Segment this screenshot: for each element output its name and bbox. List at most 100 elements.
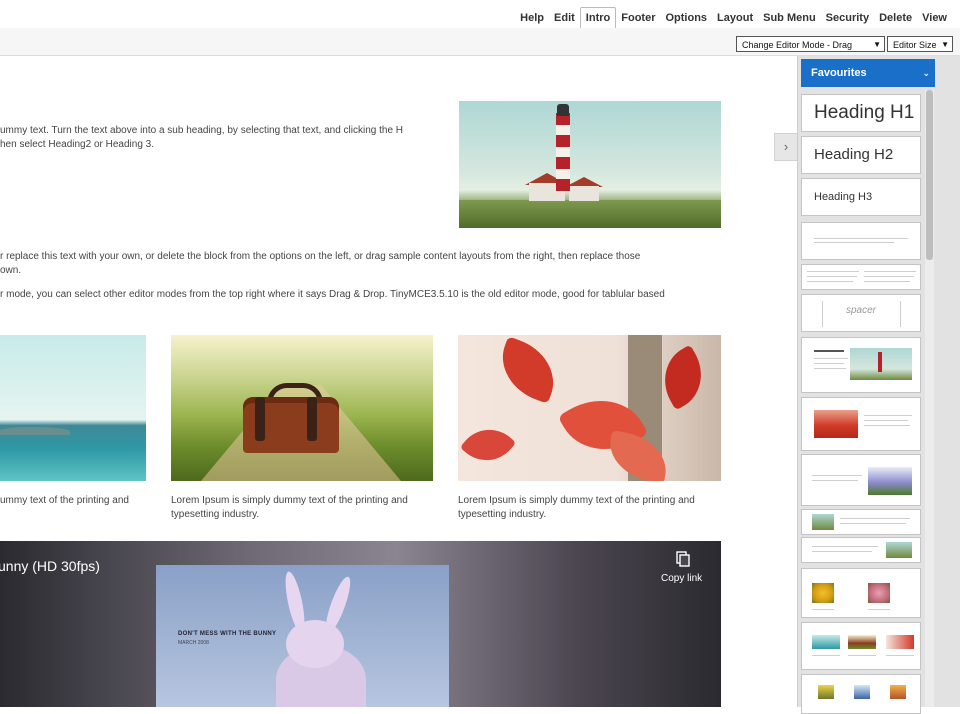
chevron-down-icon: ▼ — [941, 40, 949, 49]
intro-paragraph-1[interactable]: ummy text. Turn the text above into a su… — [0, 124, 403, 152]
menu-help[interactable]: Help — [515, 9, 549, 28]
template-image-row-right[interactable] — [801, 537, 921, 563]
text-line: typesetting industry. — [458, 509, 547, 520]
template-image-row[interactable] — [801, 509, 921, 535]
chevron-down-icon: ⌄ — [922, 68, 930, 78]
text-placeholder — [814, 368, 846, 369]
template-image-text[interactable] — [801, 397, 921, 451]
text-placeholder — [807, 271, 859, 272]
text-placeholder — [814, 363, 844, 364]
text-placeholder — [814, 238, 908, 239]
thumbnail-image — [812, 635, 840, 649]
menu-items: Help Edit Intro Footer Options Layout Su… — [515, 7, 952, 29]
text-placeholder — [864, 271, 916, 272]
video-frame-title: DON'T MESS WITH THE BUNNY — [178, 631, 277, 637]
text-placeholder — [868, 609, 890, 610]
text-placeholder — [812, 655, 840, 656]
caption-2[interactable]: Lorem Ipsum is simply dummy text of the … — [171, 494, 436, 522]
menu-options[interactable]: Options — [660, 9, 712, 28]
collapse-panel-button[interactable]: › — [774, 133, 797, 161]
text-line: r replace this text with your own, or de… — [0, 251, 641, 262]
menu-delete[interactable]: Delete — [874, 9, 917, 28]
menu-view[interactable]: View — [917, 9, 952, 28]
copy-icon[interactable] — [676, 551, 690, 567]
leaf-shape — [459, 416, 517, 474]
text-placeholder — [812, 546, 878, 547]
menu-edit[interactable]: Edit — [549, 9, 580, 28]
video-frame-subtitle: MARCH 2008 — [178, 640, 209, 646]
lighthouse-lamp — [557, 104, 569, 116]
sea-image[interactable] — [0, 335, 146, 481]
video-title[interactable]: unny (HD 30fps) — [0, 558, 100, 574]
template-spacer[interactable]: spacer — [801, 294, 921, 332]
text-line: hen select Heading2 or Heading 3. — [0, 139, 154, 150]
template-paragraph[interactable] — [801, 222, 921, 260]
editor-size-select[interactable]: Editor Size ▼ — [887, 36, 953, 52]
intro-paragraph-2[interactable]: r replace this text with your own, or de… — [0, 250, 640, 278]
text-placeholder — [840, 523, 906, 524]
thumbnail-image — [868, 583, 890, 603]
text-placeholder — [864, 420, 908, 421]
thumbnail-image — [886, 542, 912, 558]
video-embed[interactable]: DON'T MESS WITH THE BUNNY MARCH 2008 unn… — [0, 541, 721, 707]
template-panel: Favourites ⌄ Heading H1 Heading H2 Headi… — [797, 56, 960, 714]
heading-h1-label: Heading H1 — [814, 102, 915, 123]
text-placeholder — [812, 475, 862, 476]
image-house — [569, 186, 599, 201]
image-hill — [0, 427, 70, 435]
text-placeholder — [812, 609, 834, 610]
template-two-columns[interactable] — [801, 264, 921, 290]
caption-3[interactable]: Lorem Ipsum is simply dummy text of the … — [458, 494, 723, 522]
editor-toolbar: Change Editor Mode - Drag Drop ▼ Editor … — [0, 28, 960, 66]
lighthouse-image[interactable] — [459, 101, 721, 228]
template-text-image-right[interactable] — [801, 454, 921, 506]
thumbnail-image — [814, 410, 858, 438]
text-placeholder — [864, 276, 914, 277]
text-placeholder — [814, 358, 848, 359]
image-ground — [459, 200, 721, 228]
text-placeholder — [886, 655, 914, 656]
template-text-image[interactable] — [801, 337, 921, 393]
text-placeholder — [807, 281, 853, 282]
text-placeholder — [814, 242, 894, 243]
favourites-label: Favourites — [811, 67, 867, 79]
template-two-images[interactable] — [801, 568, 921, 618]
text-placeholder — [807, 276, 857, 277]
menu-intro[interactable]: Intro — [579, 7, 617, 29]
chevron-down-icon: ▼ — [873, 40, 881, 49]
text-line: Lorem Ipsum is simply dummy text of the … — [171, 495, 408, 506]
menu-footer[interactable]: Footer — [616, 9, 660, 28]
thumbnail-image — [890, 685, 906, 699]
intro-paragraph-3[interactable]: r mode, you can select other editor mode… — [0, 288, 665, 302]
panel-scrollbar-thumb[interactable] — [926, 90, 933, 260]
template-three-images[interactable] — [801, 622, 921, 670]
thumbnail-image — [868, 467, 912, 495]
thumbnail-image — [818, 685, 834, 699]
menu-security[interactable]: Security — [821, 9, 874, 28]
thumbnail-image — [812, 583, 834, 603]
bag-image[interactable] — [171, 335, 433, 481]
thumbnail-image — [854, 685, 870, 699]
favourites-dropdown[interactable]: Favourites ⌄ — [801, 59, 935, 87]
editor-mode-select[interactable]: Change Editor Mode - Drag Drop ▼ — [736, 36, 885, 66]
thumbnail-lighthouse — [878, 352, 882, 372]
template-heading-h1[interactable]: Heading H1 — [801, 94, 921, 132]
leaves-image[interactable] — [458, 335, 721, 481]
template-heading-h3[interactable]: Heading H3 — [801, 178, 921, 216]
text-placeholder — [864, 281, 910, 282]
editor-canvas[interactable]: ummy text. Turn the text above into a su… — [0, 56, 795, 707]
text-placeholder — [840, 518, 910, 519]
thumbnail-image — [848, 635, 876, 649]
text-line: Lorem Ipsum is simply dummy text of the … — [458, 495, 695, 506]
text-placeholder — [812, 480, 858, 481]
text-line: r mode, you can select other editor mode… — [0, 289, 665, 300]
thumbnail-image — [886, 635, 914, 649]
menu-sub-menu[interactable]: Sub Menu — [758, 9, 821, 28]
menu-layout[interactable]: Layout — [712, 9, 758, 28]
template-heading-h2[interactable]: Heading H2 — [801, 136, 921, 174]
copy-link-label[interactable]: Copy link — [661, 573, 702, 584]
template-three-small-images[interactable] — [801, 674, 921, 714]
lighthouse-tower — [556, 113, 570, 191]
bag-strap — [307, 397, 317, 441]
text-placeholder — [848, 655, 876, 656]
